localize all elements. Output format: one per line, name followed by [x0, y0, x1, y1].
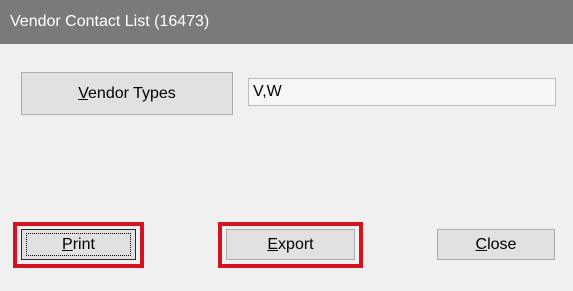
- vendor-types-button-label: Vendor Types: [78, 85, 176, 102]
- vendor-types-field[interactable]: V,W: [248, 78, 556, 106]
- close-button[interactable]: Close: [437, 229, 555, 260]
- export-button[interactable]: Export: [226, 229, 355, 260]
- window-title: Vendor Contact List (16473): [10, 13, 210, 30]
- export-button-label: Export: [267, 236, 314, 253]
- vendor-types-value: V,W: [253, 83, 282, 100]
- vendor-contact-list-window: Vendor Contact List (16473) Vendor Types…: [0, 0, 573, 291]
- title-bar: Vendor Contact List (16473): [0, 0, 573, 44]
- vendor-types-button[interactable]: Vendor Types: [21, 72, 233, 115]
- close-button-label: Close: [475, 236, 517, 253]
- print-button[interactable]: Print: [21, 229, 136, 260]
- print-button-label: Print: [62, 236, 95, 253]
